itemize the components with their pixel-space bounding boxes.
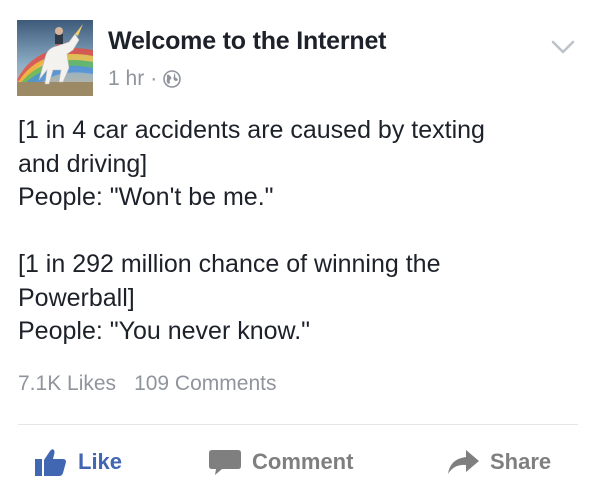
- meta-separator: ·: [150, 67, 158, 90]
- like-button[interactable]: Like: [34, 440, 122, 484]
- share-button-label: Share: [490, 449, 552, 474]
- unicorn-avatar-icon: [17, 20, 93, 96]
- post-action-bar: Like Comment Share: [0, 440, 600, 484]
- share-arrow-icon: [448, 450, 479, 474]
- comment-button-label: Comment: [252, 449, 354, 474]
- post-text-blank-line: [18, 215, 578, 249]
- like-button-label: Like: [78, 449, 123, 474]
- post-text-line: Powerball]: [18, 283, 135, 312]
- post-meta: 1 hr ·: [108, 66, 181, 92]
- post-text-line: [1 in 4 car accidents are caused by text…: [18, 116, 485, 144]
- post-text-line: People: "You never know.": [18, 317, 311, 345]
- comments-count-link[interactable]: 109 Comments: [134, 372, 276, 396]
- post-text-line: and driving]: [18, 149, 148, 178]
- actions-divider: [18, 424, 578, 425]
- post-text-line: [1 in 292 million chance of winning the: [18, 250, 441, 278]
- engagement-counts: 7.1K Likes 109 Comments: [18, 372, 276, 396]
- post-text-line: People: "Won't be me.": [18, 183, 274, 211]
- speech-bubble-icon: [209, 450, 241, 475]
- post-timestamp[interactable]: 1 hr: [108, 67, 144, 91]
- globe-icon[interactable]: [163, 70, 181, 88]
- comment-button[interactable]: Comment: [208, 440, 353, 484]
- thumbs-up-icon: [35, 449, 66, 476]
- page-avatar[interactable]: [17, 20, 93, 96]
- facebook-post: Welcome to the Internet 1 hr · [1 in 4 c…: [0, 0, 600, 497]
- page-name-link[interactable]: Welcome to the Internet: [108, 27, 387, 56]
- likes-count-link[interactable]: 7.1K Likes: [18, 372, 116, 396]
- chevron-down-icon[interactable]: [548, 36, 578, 58]
- share-button[interactable]: Share: [446, 440, 551, 484]
- post-body-text: [1 in 4 car accidents are caused by text…: [18, 114, 578, 349]
